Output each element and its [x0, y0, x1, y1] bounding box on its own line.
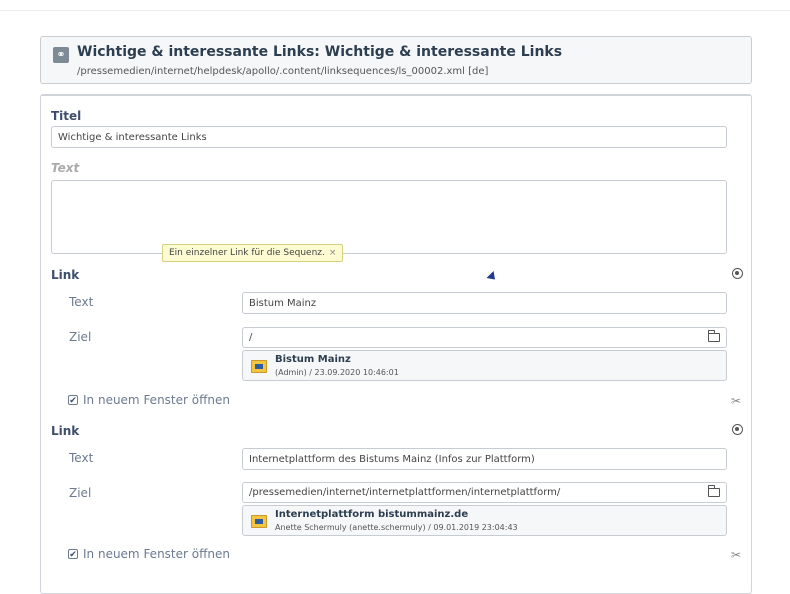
top-divider [0, 10, 790, 11]
text-label: Text [51, 161, 80, 175]
link-2-ziel-label: Ziel [69, 486, 92, 500]
link-2-ziel-value: /pressemedien/internet/internetplattform… [249, 487, 561, 498]
content-header: ⚭ Wichtige & interessante Links: Wichtig… [40, 36, 752, 84]
link-2-new-window-label: In neuem Fenster öffnen [83, 547, 230, 561]
folder-icon[interactable] [707, 485, 720, 497]
link-2-label: Link [51, 424, 80, 438]
checkbox-checked-icon[interactable]: ✔ [68, 395, 78, 406]
link-1-ziel-input[interactable]: / [242, 327, 727, 348]
link-1-new-window-checkbox[interactable]: ✔ In neuem Fenster öffnen [68, 393, 230, 407]
link-1-new-window-label: In neuem Fenster öffnen [83, 393, 230, 407]
folder-page-icon [251, 515, 267, 528]
link-1-resource-title: Bistum Mainz [275, 354, 351, 365]
link-2-new-window-checkbox[interactable]: ✔ In neuem Fenster öffnen [68, 547, 230, 561]
link-2-ziel-input[interactable]: /pressemedien/internet/internetplattform… [242, 482, 727, 503]
titel-input[interactable]: Wichtige & interessante Links [51, 126, 727, 148]
link-2-text-label: Text [69, 451, 94, 465]
link-2-resource-title: Internetplattform bistummainz.de [275, 509, 469, 520]
folder-page-icon [251, 360, 267, 373]
link-icon: ⚭ [53, 47, 69, 63]
link-2-options-icon[interactable] [732, 424, 743, 435]
link-1-ziel-label: Ziel [69, 330, 92, 344]
tooltip-text: Ein einzelner Link für die Sequenz. [169, 248, 325, 258]
checkbox-checked-icon[interactable]: ✔ [68, 549, 78, 560]
folder-icon[interactable] [707, 330, 720, 342]
help-tooltip: Ein einzelner Link für die Sequenz. × [162, 244, 344, 262]
link-2-text-input[interactable]: Internetplattform des Bistums Mainz (Inf… [242, 448, 727, 470]
link-1-resource-meta: (Admin) / 23.09.2020 10:46:01 [275, 368, 399, 377]
content-path: /pressemedien/internet/helpdesk/apollo/.… [77, 66, 489, 77]
scissors-icon[interactable]: ✂ [731, 548, 741, 562]
link-1-text-label: Text [69, 295, 94, 309]
text-textarea[interactable] [51, 180, 727, 254]
link-2-resource-info[interactable]: Internetplattform bistummainz.de Anette … [242, 505, 727, 536]
tooltip-close-icon[interactable]: × [329, 248, 337, 258]
link-1-resource-info[interactable]: Bistum Mainz (Admin) / 23.09.2020 10:46:… [242, 350, 727, 381]
link-1-text-input[interactable]: Bistum Mainz [242, 292, 727, 314]
link-2-resource-meta: Anette Schermuly (anette.schermuly) / 09… [275, 523, 518, 532]
content-title: Wichtige & interessante Links: Wichtige … [77, 44, 563, 60]
scissors-icon[interactable]: ✂ [731, 394, 741, 408]
link-1-options-icon[interactable] [732, 268, 743, 279]
titel-label: Titel [51, 109, 82, 123]
link-1-label: Link [51, 268, 80, 282]
link-1-ziel-value: / [249, 332, 253, 343]
